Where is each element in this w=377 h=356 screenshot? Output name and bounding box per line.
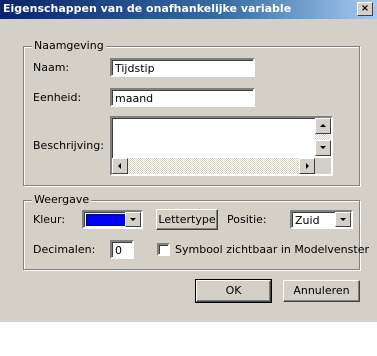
kleur-swatch bbox=[86, 214, 126, 226]
naam-value: Tijdstip bbox=[115, 62, 155, 75]
arrow-down-icon bbox=[320, 146, 326, 149]
arrow-left-icon bbox=[118, 163, 121, 169]
naam-label: Naam: bbox=[33, 61, 70, 74]
weergave-legend: Weergave bbox=[32, 193, 92, 206]
symbool-checkbox[interactable] bbox=[157, 243, 170, 256]
vertical-scrollbar[interactable] bbox=[315, 118, 331, 156]
properties-dialog: Eigenschappen van de onafhankelijke vari… bbox=[0, 0, 377, 322]
kleur-dropdown[interactable] bbox=[82, 210, 143, 229]
positie-value: Zuid bbox=[295, 214, 320, 227]
naamgeving-legend: Naamgeving bbox=[32, 39, 106, 52]
positie-dropdown[interactable]: Zuid bbox=[290, 210, 353, 229]
scroll-right-button[interactable] bbox=[299, 158, 315, 174]
title-bar[interactable]: Eigenschappen van de onafhankelijke vari… bbox=[0, 0, 377, 19]
scroll-left-button[interactable] bbox=[112, 158, 128, 174]
eenheid-field[interactable]: maand bbox=[110, 88, 255, 107]
chevron-down-icon bbox=[340, 218, 346, 221]
cancel-button[interactable]: Annuleren bbox=[283, 280, 360, 302]
eenheid-value: maand bbox=[115, 92, 154, 105]
scroll-down-button[interactable] bbox=[315, 140, 331, 156]
kleur-label: Kleur: bbox=[33, 213, 66, 226]
ok-button[interactable]: OK bbox=[195, 279, 272, 303]
eenheid-label: Eenheid: bbox=[33, 91, 82, 104]
symbool-label: Symbool zichtbaar in Modelvenster bbox=[175, 243, 369, 256]
decimalen-label: Decimalen: bbox=[33, 243, 96, 256]
scrollbar-corner bbox=[315, 158, 331, 174]
positie-label: Positie: bbox=[227, 213, 267, 226]
lettertype-button[interactable]: Lettertype bbox=[156, 209, 218, 230]
horizontal-scrollbar[interactable] bbox=[112, 158, 315, 174]
beschrijving-label: Beschrijving: bbox=[33, 139, 104, 152]
window-title: Eigenschappen van de onafhankelijke vari… bbox=[3, 2, 292, 15]
beschrijving-textarea[interactable] bbox=[110, 116, 333, 176]
chevron-down-icon bbox=[130, 218, 136, 221]
scroll-up-button[interactable] bbox=[315, 118, 331, 134]
arrow-right-icon bbox=[306, 163, 309, 169]
decimalen-field[interactable]: 0 bbox=[110, 240, 134, 259]
close-button[interactable]: × bbox=[357, 2, 373, 16]
decimalen-value: 0 bbox=[115, 244, 122, 257]
naam-field[interactable]: Tijdstip bbox=[110, 58, 255, 77]
positie-dropdown-button[interactable] bbox=[335, 212, 351, 227]
arrow-up-icon bbox=[320, 124, 326, 127]
kleur-dropdown-button[interactable] bbox=[125, 212, 141, 227]
